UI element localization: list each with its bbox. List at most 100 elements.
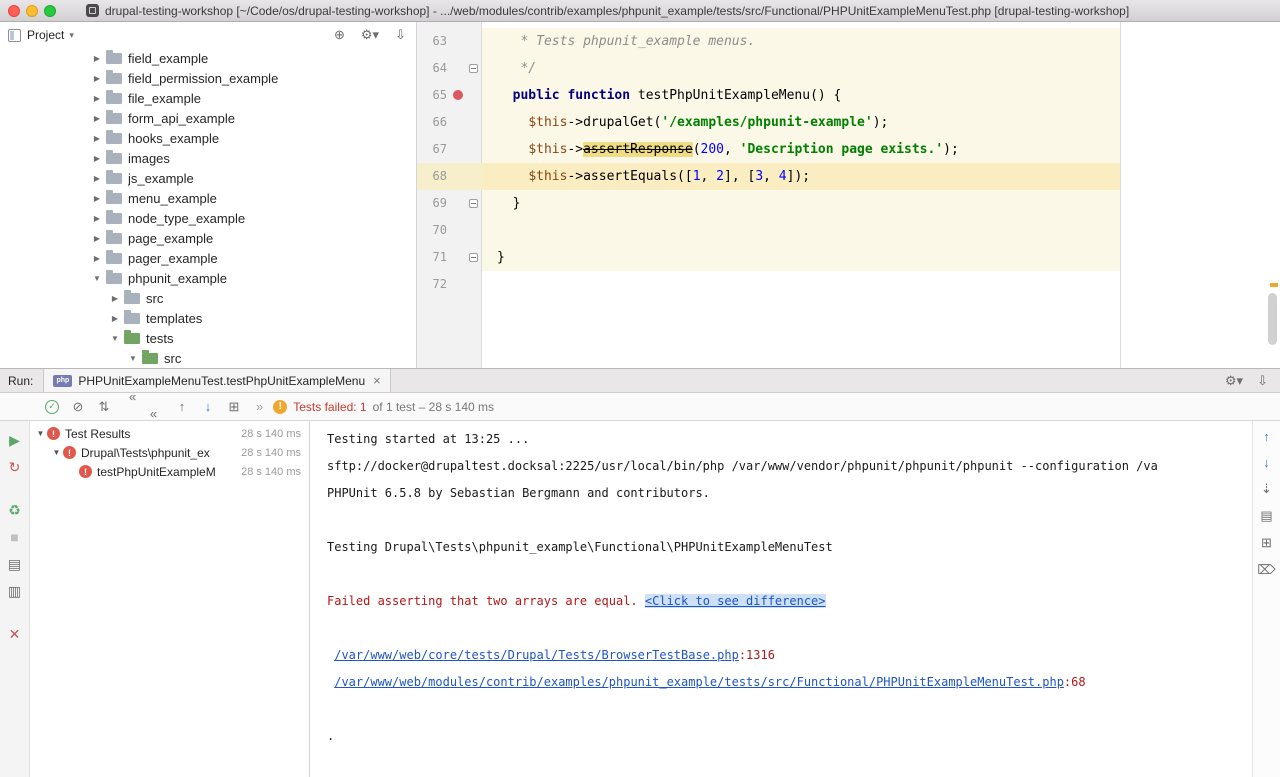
- clear-console-button[interactable]: ⌦: [1257, 562, 1275, 578]
- chevron-collapsed-icon[interactable]: ▶: [90, 54, 104, 63]
- next-occurrence-button[interactable]: ↓: [1263, 455, 1270, 470]
- close-tab-icon[interactable]: ×: [373, 373, 381, 388]
- editor-line[interactable]: 65 public function testPhpUnitExampleMen…: [417, 82, 1280, 109]
- error-stripe-mark[interactable]: [1270, 283, 1278, 287]
- stop-button[interactable]: ■: [10, 528, 18, 546]
- console-output[interactable]: Testing started at 13:25 ...sftp://docke…: [310, 421, 1252, 777]
- hide-run-window-button[interactable]: ⇩: [1257, 373, 1268, 389]
- toolbar-more-chevron[interactable]: »: [256, 399, 263, 414]
- run-tab[interactable]: php PHPUnitExampleMenuTest.testPhpUnitEx…: [43, 369, 390, 392]
- project-item-pager_example[interactable]: ▶ pager_example: [0, 248, 416, 268]
- editor[interactable]: 63 * Tests phpunit_example menus.64 */65…: [417, 22, 1280, 368]
- console-link[interactable]: /var/www/web/modules/contrib/examples/ph…: [334, 675, 1064, 689]
- project-item-tests[interactable]: ▼tests: [0, 328, 416, 348]
- hide-panel-button[interactable]: ⇩: [395, 27, 406, 43]
- rerun-button[interactable]: ▶: [9, 431, 20, 449]
- restore-layout-button[interactable]: ▤: [8, 555, 21, 573]
- gutter-marker-area: [447, 136, 482, 163]
- project-item-node_type_example[interactable]: ▶node_type_example: [0, 208, 416, 228]
- project-item-phpunit_example[interactable]: ▼phpunit_example: [0, 268, 416, 288]
- project-view-dropdown-icon[interactable]: ▾: [69, 30, 74, 41]
- close-run-button[interactable]: ✕: [9, 625, 21, 643]
- console-link[interactable]: /var/www/web/core/tests/Drupal/Tests/Bro…: [334, 648, 739, 662]
- test-tree-item[interactable]: ▼!Drupal\Tests\phpunit_ex28 s 140 ms: [30, 443, 309, 462]
- project-item-label: src: [164, 351, 181, 366]
- chevron-collapsed-icon[interactable]: ▶: [90, 214, 104, 223]
- editor-line[interactable]: 63 * Tests phpunit_example menus.: [417, 28, 1280, 55]
- toggle-auto-test-button[interactable]: ♻: [8, 501, 21, 519]
- chevron-collapsed-icon[interactable]: ▶: [90, 254, 104, 263]
- project-header-icons: ⊕ ⚙▾ ⇩: [334, 27, 406, 43]
- project-item-field_example[interactable]: ▶field_example: [0, 48, 416, 68]
- chevron-collapsed-icon[interactable]: ▶: [108, 314, 122, 323]
- editor-line[interactable]: 64 */: [417, 55, 1280, 82]
- editor-line[interactable]: 72: [417, 271, 1280, 298]
- locate-file-button[interactable]: ⊕: [334, 27, 345, 43]
- console-link[interactable]: <Click to see difference>: [645, 594, 826, 608]
- chevron-expanded-icon[interactable]: ▼: [108, 334, 122, 343]
- fold-icon[interactable]: [469, 199, 478, 208]
- project-item-form_api_example[interactable]: ▶form_api_example: [0, 108, 416, 128]
- show-ignored-icon[interactable]: ⊘: [66, 397, 90, 417]
- project-item-file_example[interactable]: ▶ file_example: [0, 88, 416, 108]
- test-tree-item[interactable]: ▼!Test Results28 s 140 ms: [30, 424, 309, 443]
- chevron-collapsed-icon[interactable]: ▶: [90, 174, 104, 183]
- chevron-expanded-icon[interactable]: ▼: [90, 274, 104, 283]
- show-passed-icon[interactable]: ✓: [40, 397, 64, 417]
- chevron-collapsed-icon[interactable]: ▶: [90, 94, 104, 103]
- chevron-collapsed-icon[interactable]: ▶: [90, 194, 104, 203]
- chevron-collapsed-icon[interactable]: ▶: [108, 294, 122, 303]
- editor-line[interactable]: 68 $this->assertEquals([1, 2], [3, 4]);: [417, 163, 1280, 190]
- fold-icon[interactable]: [469, 64, 478, 73]
- test-failed-gutter-icon[interactable]: [453, 90, 463, 100]
- prev-occurrence-button[interactable]: ↑: [1263, 429, 1270, 444]
- rerun-failed-tests-button[interactable]: ↻: [9, 458, 21, 476]
- scroll-to-end-button[interactable]: ⇣: [1261, 481, 1272, 497]
- chevron-expanded-icon[interactable]: ▼: [50, 448, 63, 457]
- editor-line[interactable]: 67 $this->assertResponse(200, 'Descripti…: [417, 136, 1280, 163]
- zoom-window-button[interactable]: [44, 5, 56, 17]
- project-item-menu_example[interactable]: ▶menu_example: [0, 188, 416, 208]
- chevron-collapsed-icon[interactable]: ▶: [90, 134, 104, 143]
- chevron-expanded-icon[interactable]: ▼: [34, 429, 47, 438]
- minimize-window-button[interactable]: [26, 5, 38, 17]
- expand-all-icon[interactable]: »: [120, 395, 140, 419]
- sort-by-duration-icon[interactable]: ⇅: [92, 397, 116, 417]
- editor-line[interactable]: 69 }: [417, 190, 1280, 217]
- project-item-field_permission_example[interactable]: ▶field_permission_example: [0, 68, 416, 88]
- project-item-src[interactable]: ▶src: [0, 288, 416, 308]
- settings-button[interactable]: ⚙▾: [361, 27, 379, 43]
- pin-tab-button[interactable]: ▥: [8, 582, 21, 600]
- editor-line[interactable]: 70: [417, 217, 1280, 244]
- chevron-collapsed-icon[interactable]: ▶: [90, 154, 104, 163]
- project-item-templates[interactable]: ▶templates: [0, 308, 416, 328]
- project-item-js_example[interactable]: ▶js_example: [0, 168, 416, 188]
- fold-icon[interactable]: [469, 253, 478, 262]
- collapse-all-icon[interactable]: »: [146, 395, 166, 419]
- previous-failed-test-icon[interactable]: ↑: [170, 397, 194, 417]
- project-item-images[interactable]: ▶images: [0, 148, 416, 168]
- project-item-label: file_example: [128, 91, 201, 106]
- token-deprecated: assertResponse: [583, 142, 693, 157]
- chevron-collapsed-icon[interactable]: ▶: [90, 234, 104, 243]
- project-item-src[interactable]: ▼ src: [0, 348, 416, 368]
- editor-line[interactable]: 71}: [417, 244, 1280, 271]
- editor-line[interactable]: 66 $this->drupalGet('/examples/phpunit-e…: [417, 109, 1280, 136]
- test-item-label: testPhpUnitExampleM: [97, 465, 216, 479]
- chevron-expanded-icon[interactable]: ▼: [126, 354, 140, 363]
- test-history-icon[interactable]: ⊞: [222, 397, 246, 417]
- next-failed-test-icon[interactable]: ↓: [196, 397, 220, 417]
- project-item-page_example[interactable]: ▶page_example: [0, 228, 416, 248]
- soft-wrap-button[interactable]: ▤: [1260, 508, 1272, 524]
- chevron-collapsed-icon[interactable]: ▶: [90, 114, 104, 123]
- export-results-button[interactable]: ⊞: [1261, 535, 1272, 551]
- test-tree-item[interactable]: !testPhpUnitExampleM28 s 140 ms: [30, 462, 309, 481]
- project-item-hooks_example[interactable]: ▶hooks_example: [0, 128, 416, 148]
- editor-scrollbar-thumb[interactable]: [1268, 293, 1277, 345]
- chevron-collapsed-icon[interactable]: ▶: [90, 74, 104, 83]
- line-number: 70: [417, 217, 447, 244]
- project-item-label: pager_example: [128, 251, 218, 266]
- close-window-button[interactable]: [8, 5, 20, 17]
- project-stripe-icon[interactable]: [8, 29, 21, 42]
- run-settings-dropdown-button[interactable]: ⚙▾: [1225, 373, 1243, 389]
